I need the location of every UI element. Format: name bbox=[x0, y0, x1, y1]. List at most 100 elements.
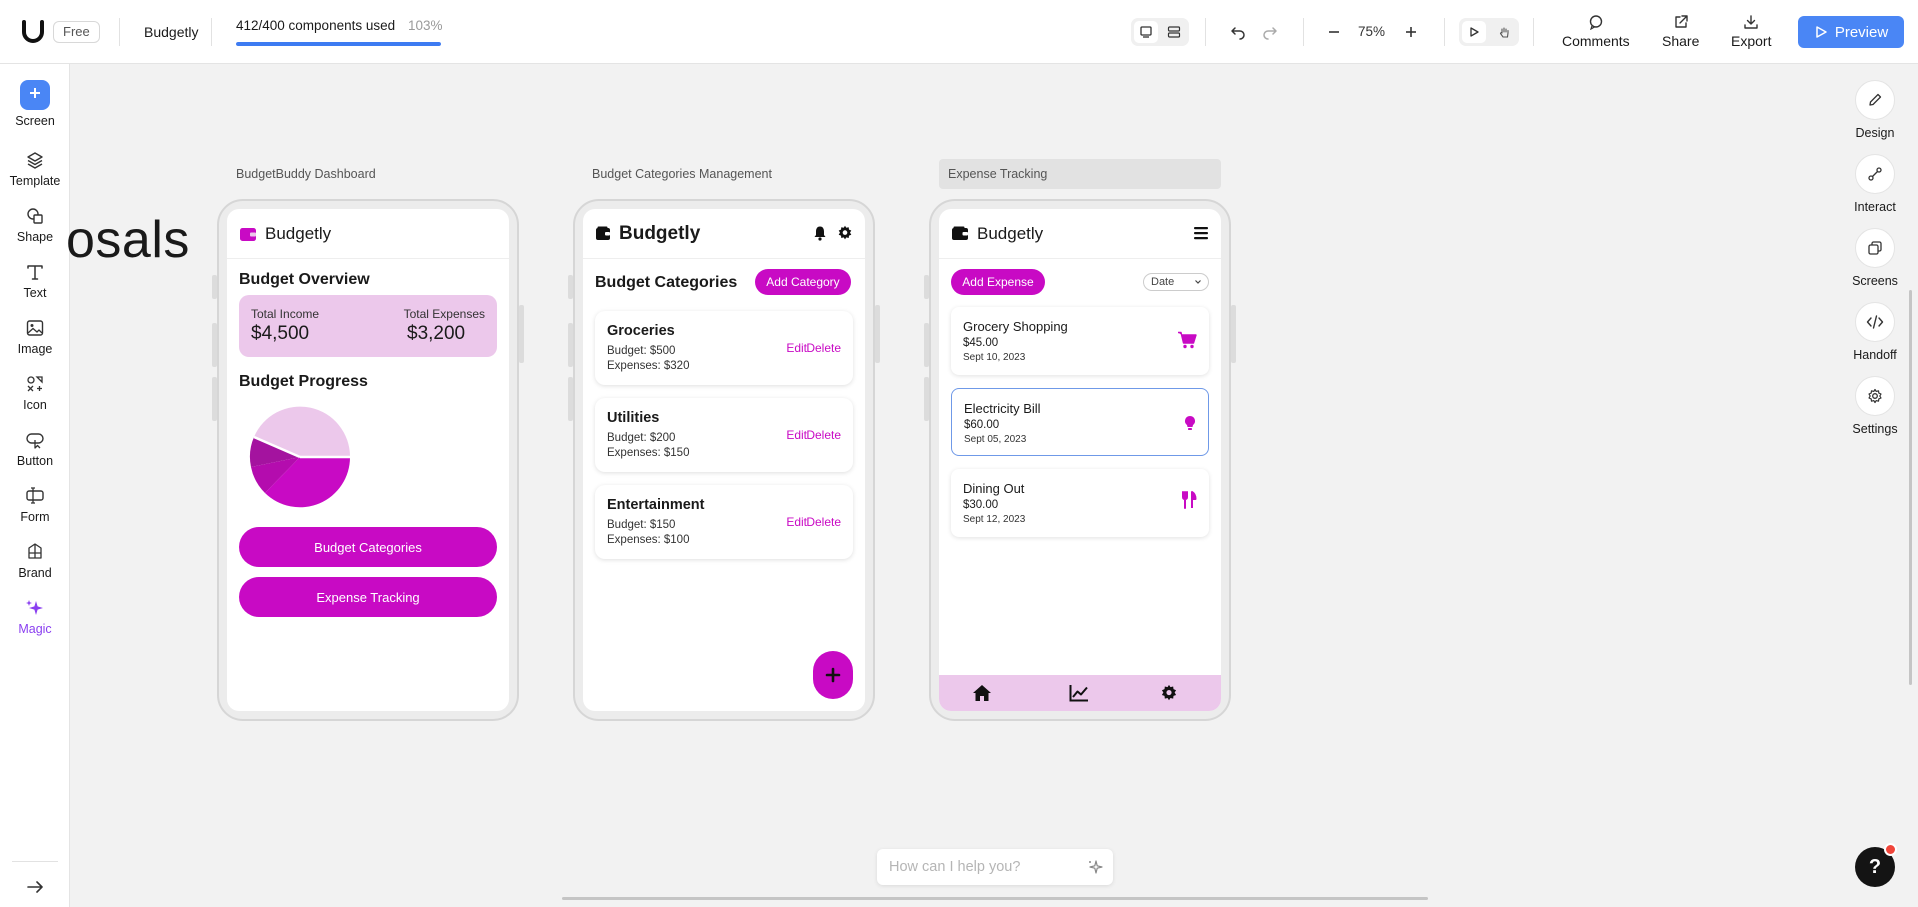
right-tool-settings[interactable]: Settings bbox=[1852, 376, 1898, 436]
project-name[interactable]: Budgetly bbox=[144, 24, 198, 40]
plus-icon bbox=[20, 80, 50, 110]
right-tool-label: Settings bbox=[1852, 422, 1898, 436]
divider bbox=[1533, 18, 1534, 46]
expense-card[interactable]: Electricity Bill $60.00 Sept 05, 2023 bbox=[951, 388, 1209, 456]
tool-screen[interactable]: Screen bbox=[0, 80, 70, 128]
tool-text[interactable]: Text bbox=[0, 262, 70, 300]
share-button[interactable]: Share bbox=[1662, 14, 1699, 49]
app-logo-icon[interactable] bbox=[20, 18, 46, 44]
expense-card[interactable]: Dining Out $30.00 Sept 12, 2023 bbox=[951, 469, 1209, 537]
list-view-button[interactable] bbox=[1162, 21, 1186, 43]
divider bbox=[1205, 18, 1206, 46]
category-name: Entertainment bbox=[607, 497, 705, 513]
category-name: Groceries bbox=[607, 323, 675, 339]
zoom-out-button[interactable] bbox=[1322, 20, 1346, 44]
delete-link[interactable]: Delete bbox=[806, 341, 841, 355]
plan-badge[interactable]: Free bbox=[53, 21, 100, 43]
right-tool-screens[interactable]: Screens bbox=[1852, 228, 1898, 288]
frame-label-categories[interactable]: Budget Categories Management bbox=[592, 167, 772, 181]
chart-line-icon[interactable] bbox=[1069, 684, 1089, 702]
frame-expense-tracking[interactable]: Budgetly Add Expense Date Grocery Shoppi… bbox=[924, 199, 1236, 721]
floating-add-button[interactable] bbox=[813, 651, 853, 699]
zoom-level[interactable]: 75% bbox=[1358, 24, 1385, 39]
tool-icon[interactable]: Icon bbox=[0, 374, 70, 412]
add-expense-button[interactable]: Add Expense bbox=[951, 269, 1045, 295]
top-toolbar: Free Budgetly 412/400 components used 10… bbox=[0, 0, 1918, 64]
arrow-right-icon[interactable] bbox=[24, 876, 46, 898]
canvas-background-text: osals bbox=[66, 211, 190, 269]
phone-side-button bbox=[568, 275, 573, 299]
share-icon bbox=[1674, 15, 1688, 28]
frame-categories[interactable]: Budgetly Budget Categories Add Category … bbox=[568, 199, 880, 721]
zoom-in-button[interactable] bbox=[1399, 20, 1423, 44]
ai-chat-input[interactable]: How can I help you? bbox=[877, 849, 1113, 885]
horizontal-scrollbar[interactable] bbox=[562, 897, 1428, 900]
form-icon bbox=[26, 487, 44, 504]
undo-button[interactable] bbox=[1226, 20, 1250, 44]
export-button[interactable]: Export bbox=[1731, 14, 1771, 49]
text-icon bbox=[27, 265, 43, 280]
tool-button[interactable]: Button bbox=[0, 430, 70, 468]
right-tool-label: Design bbox=[1855, 126, 1895, 140]
chevron-down-icon bbox=[1195, 280, 1201, 284]
total-expenses-value: $3,200 bbox=[407, 323, 466, 344]
budget-categories-button[interactable]: Budget Categories bbox=[239, 527, 497, 567]
frame-label-expense-tracking[interactable]: Expense Tracking bbox=[939, 159, 1221, 189]
right-tool-interact[interactable]: Interact bbox=[1854, 154, 1896, 214]
category-budget: Budget: $500 bbox=[607, 345, 676, 357]
delete-link[interactable]: Delete bbox=[806, 428, 841, 442]
phone-side-button bbox=[519, 305, 524, 363]
vertical-scrollbar[interactable] bbox=[1909, 290, 1912, 685]
gear-icon[interactable] bbox=[837, 225, 853, 241]
hamburger-menu-icon[interactable] bbox=[1193, 226, 1209, 240]
tool-label: Form bbox=[20, 510, 50, 524]
tool-magic[interactable]: Magic bbox=[0, 598, 70, 636]
edit-link[interactable]: Edit bbox=[786, 341, 807, 355]
expense-name: Grocery Shopping bbox=[963, 319, 1068, 334]
tool-template[interactable]: Template bbox=[0, 150, 70, 188]
expense-card[interactable]: Grocery Shopping $45.00 Sept 10, 2023 bbox=[951, 307, 1209, 375]
brand-icon bbox=[28, 543, 42, 559]
tool-label: Screen bbox=[15, 114, 55, 128]
redo-button[interactable] bbox=[1258, 20, 1282, 44]
component-usage-percent: 103% bbox=[408, 18, 443, 33]
right-tool-design[interactable]: Design bbox=[1854, 80, 1896, 140]
right-tool-handoff[interactable]: Handoff bbox=[1853, 302, 1897, 362]
divider bbox=[1303, 18, 1304, 46]
category-card[interactable]: Entertainment Budget: $150 Expenses: $10… bbox=[595, 485, 853, 559]
redo-icon bbox=[1263, 27, 1277, 40]
wallet-icon bbox=[952, 226, 968, 240]
plus-icon bbox=[1406, 27, 1416, 37]
frame-label-dashboard[interactable]: BudgetBuddy Dashboard bbox=[236, 167, 376, 181]
right-tool-label: Screens bbox=[1852, 274, 1898, 288]
right-tool-label: Interact bbox=[1854, 200, 1896, 214]
tool-form[interactable]: Form bbox=[0, 486, 70, 524]
hand-mode-button[interactable] bbox=[1492, 21, 1516, 43]
sparkle-icon bbox=[26, 600, 43, 615]
tool-label: Template bbox=[9, 174, 61, 188]
single-view-button[interactable] bbox=[1134, 21, 1158, 43]
edit-link[interactable]: Edit bbox=[786, 428, 807, 442]
preview-button[interactable]: Preview bbox=[1798, 16, 1904, 48]
frame-dashboard[interactable]: Budgetly Budget Overview Total Income $4… bbox=[212, 199, 524, 721]
phone-side-button bbox=[568, 323, 573, 367]
delete-link[interactable]: Delete bbox=[806, 515, 841, 529]
comments-button[interactable]: Comments bbox=[1562, 14, 1630, 49]
right-tool-label: Handoff bbox=[1853, 348, 1897, 362]
tool-shape[interactable]: Shape bbox=[0, 206, 70, 244]
gear-icon[interactable] bbox=[1160, 684, 1178, 702]
tool-brand[interactable]: Brand bbox=[0, 542, 70, 580]
tool-image[interactable]: Image bbox=[0, 318, 70, 356]
pointer-mode-button[interactable] bbox=[1462, 21, 1486, 43]
edit-link[interactable]: Edit bbox=[786, 515, 807, 529]
bell-icon[interactable] bbox=[813, 225, 827, 241]
app-name: Budgetly bbox=[977, 223, 1044, 243]
category-card[interactable]: Utilities Budget: $200 Expenses: $150 Ed… bbox=[595, 398, 853, 472]
home-icon[interactable] bbox=[972, 684, 992, 702]
minus-icon bbox=[1329, 31, 1339, 33]
category-card[interactable]: Groceries Budget: $500 Expenses: $320 Ed… bbox=[595, 311, 853, 385]
sort-select[interactable]: Date bbox=[1143, 273, 1209, 291]
add-category-button[interactable]: Add Category bbox=[755, 269, 851, 295]
sparkle-icon[interactable] bbox=[1087, 859, 1103, 875]
expense-tracking-button[interactable]: Expense Tracking bbox=[239, 577, 497, 617]
